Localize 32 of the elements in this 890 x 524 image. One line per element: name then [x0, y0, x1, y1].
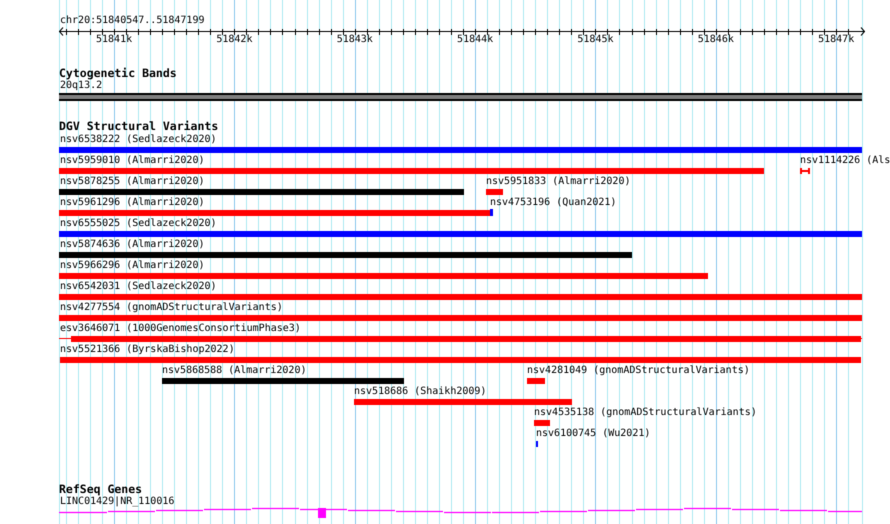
variant-label: nsv518686 (Shaikh2009): [354, 386, 486, 398]
ruler-tick-label: 51847k: [818, 34, 854, 46]
ruler-tick-label: 51845k: [577, 34, 614, 46]
variant-label: nsv4535138 (gnomADStructuralVariants): [534, 407, 757, 419]
location-label: chr20:51840547..51847199: [60, 15, 204, 27]
track-title: RefSeq Genes: [59, 483, 142, 495]
ruler-tick-label: 51842k: [216, 34, 252, 46]
track-title: DGV Structural Variants: [59, 120, 218, 132]
variant-label: nsv5874636 (Almarri2020): [60, 239, 204, 251]
variant-label: nsv5966296 (Almarri2020): [60, 260, 204, 272]
variant-label: nsv4281049 (gnomADStructuralVariants): [527, 365, 750, 377]
variant-label: nsv5868588 (Almarri2020): [162, 365, 306, 377]
band-label: 20q13.2: [60, 80, 102, 92]
ruler-tick-label: 51846k: [698, 34, 734, 46]
variant-label: nsv6100745 (Wu2021): [536, 428, 650, 440]
variant-label: esv3646071 (1000GenomesConsortiumPhase3): [60, 323, 301, 335]
variant-label: nsv6542031 (Sedlazeck2020): [60, 281, 217, 293]
ruler-tick-label: 51843k: [336, 34, 373, 46]
variant-label: nsv6538222 (Sedlazeck2020): [60, 134, 217, 146]
variant-label: nsv4277554 (gnomADStructuralVariants): [60, 302, 283, 314]
variant-label: nsv5951833 (Almarri2020): [486, 176, 630, 188]
variant-label: nsv5959010 (Almarri2020): [60, 155, 204, 167]
ruler-tick-label: 51841k: [96, 34, 132, 46]
variant-label: nsv6555025 (Sedlazeck2020): [60, 218, 217, 230]
gene-label: LINC01429|NR_110016: [60, 496, 174, 508]
track-title: Cytogenetic Bands: [59, 67, 177, 79]
variant-label: nsv1114226 (Als: [800, 155, 890, 167]
variant-label: nsv4753196 (Quan2021): [490, 197, 616, 209]
variant-label: nsv5521366 (ByrskaBishop2022): [60, 344, 235, 356]
variant-label: nsv5878255 (Almarri2020): [60, 176, 204, 188]
variant-label: nsv5961296 (Almarri2020): [60, 197, 204, 209]
ruler-tick-label: 51844k: [457, 34, 494, 46]
